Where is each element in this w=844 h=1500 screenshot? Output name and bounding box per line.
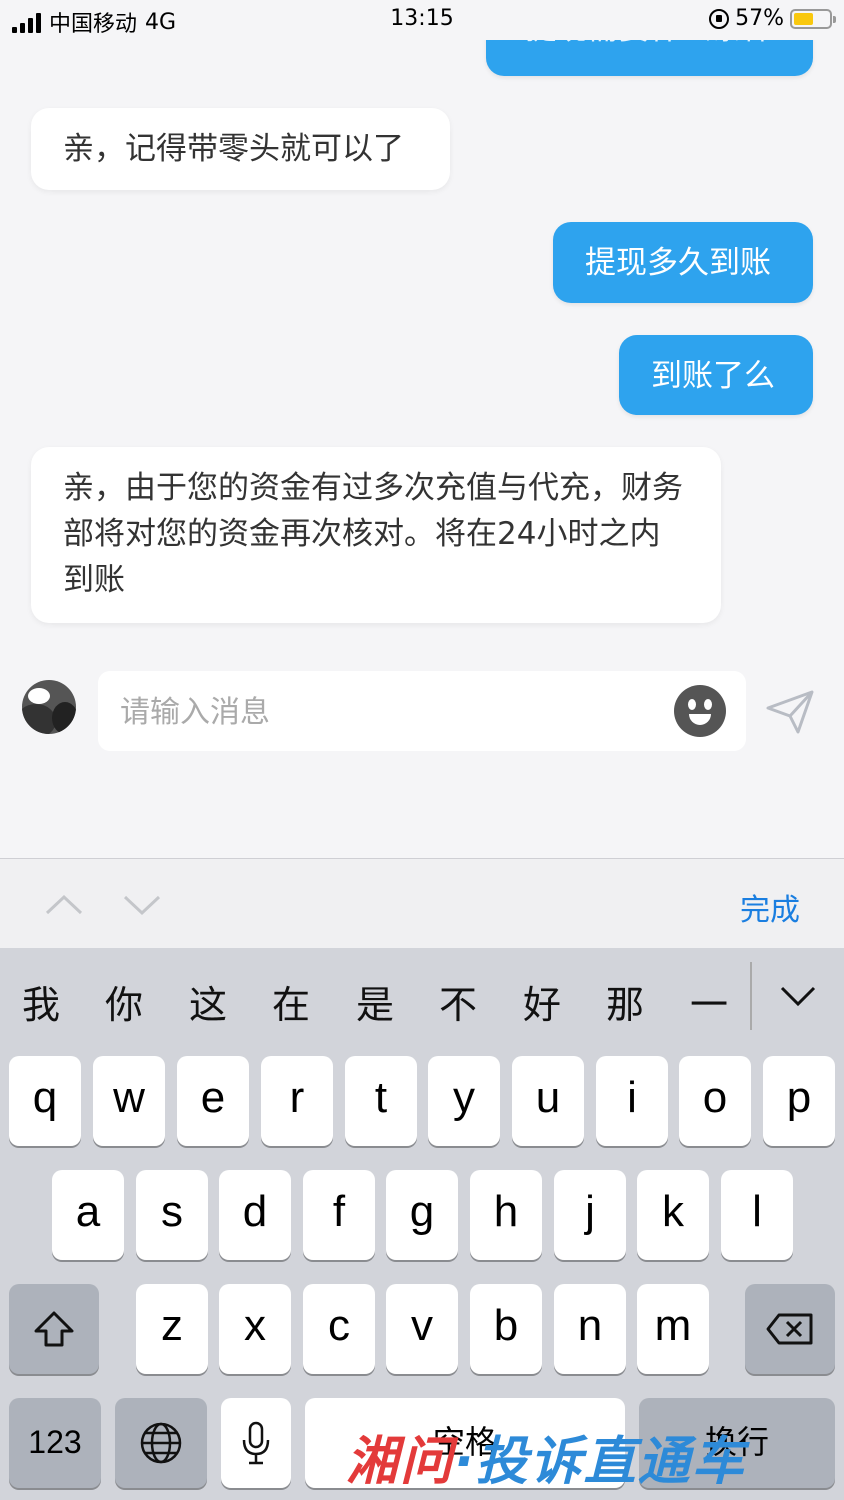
candidate-word[interactable]: 是 <box>345 974 405 1029</box>
key-c[interactable]: c <box>303 1284 375 1374</box>
key-m[interactable]: m <box>637 1284 709 1374</box>
message-input[interactable] <box>118 671 662 753</box>
key-d[interactable]: d <box>219 1170 291 1260</box>
message-outgoing[interactable]: 提现多久到账 <box>553 222 813 303</box>
key-z[interactable]: z <box>136 1284 208 1374</box>
candidate-word[interactable]: 我 <box>11 974 71 1029</box>
candidate-word[interactable]: 这 <box>178 974 238 1029</box>
previous-field-button[interactable] <box>44 889 84 919</box>
key-o[interactable]: o <box>679 1056 751 1146</box>
key-j[interactable]: j <box>554 1170 626 1260</box>
candidate-bar: 我 你 这 在 是 不 好 那 一 <box>0 948 844 1056</box>
key-t[interactable]: t <box>345 1056 417 1146</box>
status-right: 57% <box>709 6 836 31</box>
candidate-divider <box>750 962 752 1030</box>
message-incoming[interactable]: 亲，记得带零头就可以了 <box>31 108 450 190</box>
key-g[interactable]: g <box>386 1170 458 1260</box>
candidate-word[interactable]: 一 <box>679 974 739 1029</box>
avatar[interactable] <box>22 680 76 734</box>
chevron-down-icon[interactable] <box>776 978 820 1014</box>
key-y[interactable]: y <box>428 1056 500 1146</box>
key-b[interactable]: b <box>470 1284 542 1374</box>
message-field[interactable] <box>98 671 746 753</box>
watermark-logo: 湘问 ·投诉直通车 <box>346 1431 746 1492</box>
key-q[interactable]: q <box>9 1056 81 1146</box>
key-i[interactable]: i <box>596 1056 668 1146</box>
numbers-key[interactable]: 123 <box>9 1398 101 1488</box>
rotation-lock-icon <box>709 8 730 29</box>
key-f[interactable]: f <box>303 1170 375 1260</box>
globe-key[interactable] <box>115 1398 207 1488</box>
candidate-word[interactable]: 不 <box>428 974 488 1029</box>
key-p[interactable]: p <box>763 1056 835 1146</box>
done-button[interactable]: 完成 <box>740 885 800 929</box>
key-s[interactable]: s <box>136 1170 208 1260</box>
candidate-word[interactable]: 你 <box>94 974 154 1029</box>
battery-percent: 57% <box>735 6 784 31</box>
globe-icon <box>140 1422 182 1464</box>
dictation-key[interactable] <box>221 1398 291 1488</box>
status-bar: 中国移动 4G 13:15 57% <box>0 0 844 40</box>
backspace-key[interactable] <box>745 1284 835 1374</box>
shift-key[interactable] <box>9 1284 99 1374</box>
key-v[interactable]: v <box>386 1284 458 1374</box>
key-n[interactable]: n <box>554 1284 626 1374</box>
key-w[interactable]: w <box>93 1056 165 1146</box>
message-outgoing[interactable]: 到账了么 <box>619 335 813 415</box>
key-h[interactable]: h <box>470 1170 542 1260</box>
key-l[interactable]: l <box>721 1170 793 1260</box>
battery-icon <box>790 8 836 29</box>
key-r[interactable]: r <box>261 1056 333 1146</box>
key-k[interactable]: k <box>637 1170 709 1260</box>
send-icon[interactable] <box>766 688 816 736</box>
key-a[interactable]: a <box>52 1170 124 1260</box>
microphone-icon <box>242 1421 270 1465</box>
keyboard-toolbar: 完成 <box>0 858 844 949</box>
key-u[interactable]: u <box>512 1056 584 1146</box>
next-field-button[interactable] <box>122 889 162 919</box>
message-incoming[interactable]: 亲，由于您的资金有过多次充值与代充，财务部将对您的资金再次核对。将在24小时之内… <box>31 447 721 623</box>
candidate-word[interactable]: 好 <box>512 974 572 1029</box>
key-e[interactable]: e <box>177 1056 249 1146</box>
message-input-bar <box>0 660 844 760</box>
key-x[interactable]: x <box>219 1284 291 1374</box>
candidate-word[interactable]: 在 <box>261 974 321 1029</box>
candidate-word[interactable]: 那 <box>595 974 655 1029</box>
emoji-icon[interactable] <box>674 685 726 737</box>
